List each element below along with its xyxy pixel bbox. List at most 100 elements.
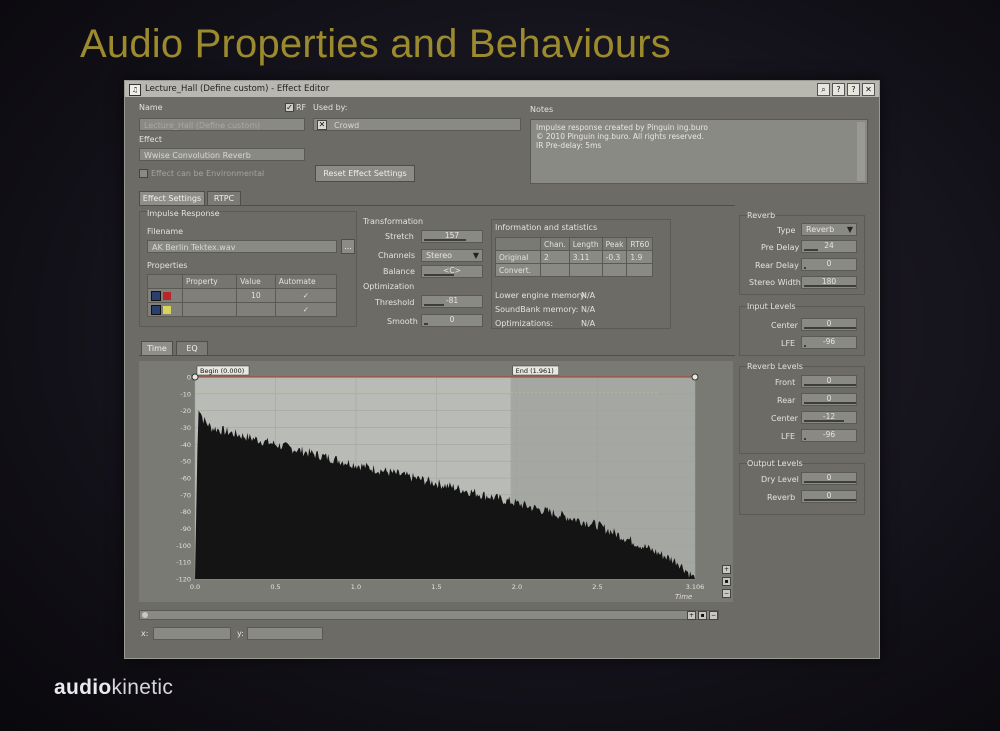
soundbank-value: N/A xyxy=(581,305,596,314)
table-row: Original 2 3.11 -0.3 1.9 xyxy=(495,250,654,264)
threshold-slider[interactable]: -81 xyxy=(421,295,483,308)
y-tick-label: -100 xyxy=(176,542,191,550)
x-tick-label: 3.106 xyxy=(686,583,705,591)
y-tick-label: -20 xyxy=(180,407,191,415)
slide-title: Audio Properties and Behaviours xyxy=(80,22,672,66)
name-label: Name xyxy=(139,103,163,112)
x-coord-field[interactable] xyxy=(153,627,231,640)
rear-delay-slider[interactable]: 0 xyxy=(801,258,857,271)
rear-slider[interactable]: 0 xyxy=(801,393,857,406)
rf-label: RF xyxy=(296,103,307,112)
reverb-output-slider[interactable]: 0 xyxy=(801,490,857,503)
reset-effect-settings-button[interactable]: Reset Effect Settings xyxy=(315,165,415,182)
rear-label: Rear xyxy=(777,396,796,405)
pre-delay-label: Pre Delay xyxy=(761,243,800,252)
input-center-slider[interactable]: 0 xyxy=(801,318,857,331)
notes-scrollbar[interactable] xyxy=(857,122,865,181)
scroll-left-icon[interactable] xyxy=(142,612,148,618)
properties-label: Properties xyxy=(147,261,188,270)
chevron-down-icon: ▼ xyxy=(472,251,479,260)
reverb-center-slider[interactable]: -12 xyxy=(801,411,857,424)
zoom-x-out-icon[interactable]: − xyxy=(709,611,718,620)
used-by-field[interactable]: Crowd xyxy=(313,118,521,131)
notes-line: IR Pre-delay: 5ms xyxy=(536,141,602,150)
y-coord-label: y: xyxy=(237,629,244,638)
notes-textarea[interactable]: Impulse response created by Pinguin ing.… xyxy=(530,119,868,184)
input-lfe-slider[interactable]: -96 xyxy=(801,336,857,349)
automate-checkbox[interactable]: ✓ xyxy=(274,288,338,303)
channels-dropdown[interactable]: Stereo ▼ xyxy=(421,249,483,262)
end-marker[interactable]: End (1.961) xyxy=(512,365,559,376)
table-row[interactable]: 10 ✓ xyxy=(147,288,338,303)
threshold-label: Threshold xyxy=(375,298,415,307)
zoom-out-icon[interactable]: − xyxy=(722,589,731,598)
channels-label: Channels xyxy=(378,251,416,260)
automate-checkbox[interactable]: ✓ xyxy=(274,302,338,317)
y-tick-label: -50 xyxy=(180,458,191,466)
soundbank-label: SoundBank memory: xyxy=(495,305,579,314)
optimization-label: Optimization xyxy=(363,282,415,291)
environmental-checkbox[interactable] xyxy=(139,169,148,178)
notes-line: © 2010 Pinguin ing.buro. All rights rese… xyxy=(536,132,704,141)
notes-label: Notes xyxy=(530,105,554,114)
effect-field[interactable]: Wwise Convolution Reverb xyxy=(139,148,305,161)
lower-engine-label: Lower engine memory: xyxy=(495,291,587,300)
prop-header-automate: Automate xyxy=(274,274,338,289)
zoom-in-icon[interactable]: + xyxy=(722,565,731,574)
prop-value[interactable] xyxy=(236,302,276,317)
input-lfe-label: LFE xyxy=(781,339,796,348)
reverb-center-label: Center xyxy=(771,414,798,423)
y-tick-label: -30 xyxy=(180,424,191,432)
help-icon[interactable]: ? xyxy=(832,83,845,96)
y-coord-field[interactable] xyxy=(247,627,323,640)
lower-engine-value: N/A xyxy=(581,291,596,300)
tab-effect-settings[interactable]: Effect Settings xyxy=(139,191,205,205)
balance-slider[interactable]: <C> xyxy=(421,265,483,278)
stats-header: Length xyxy=(568,237,603,251)
filename-field[interactable]: AK Berlin Tektex.wav xyxy=(147,240,337,253)
front-label: Front xyxy=(775,378,796,387)
name-field[interactable]: Lecture_Hall (Define custom) xyxy=(139,118,305,131)
reverb-lfe-slider[interactable]: -96 xyxy=(801,429,857,442)
context-help-icon[interactable]: ? xyxy=(847,83,860,96)
window-titlebar: ♫ Lecture_Hall (Define custom) - Effect … xyxy=(125,81,879,97)
filename-label: Filename xyxy=(147,227,184,236)
reverb-levels-label: Reverb Levels xyxy=(747,362,803,371)
x-tick-label: 0.0 xyxy=(190,583,200,591)
front-slider[interactable]: 0 xyxy=(801,375,857,388)
dry-level-slider[interactable]: 0 xyxy=(801,472,857,485)
browse-button[interactable]: ... xyxy=(341,239,355,254)
tab-time[interactable]: Time xyxy=(141,341,173,355)
stereo-width-slider[interactable]: 180 xyxy=(801,276,857,289)
effect-label: Effect xyxy=(139,135,163,144)
color-swatch xyxy=(163,305,172,314)
y-tick-label: -90 xyxy=(180,525,191,533)
prop-value[interactable]: 10 xyxy=(236,288,276,303)
info-statistics-label: Information and statistics xyxy=(495,223,598,232)
environmental-label: Effect can be Environmental xyxy=(151,169,265,178)
rf-checkbox[interactable]: ✓ xyxy=(285,103,294,112)
zoom-fit-icon[interactable]: ▪ xyxy=(722,577,731,586)
input-center-label: Center xyxy=(771,321,798,330)
smooth-slider[interactable]: 0 xyxy=(421,314,483,327)
dry-level-label: Dry Level xyxy=(761,475,799,484)
zoom-x-fit-icon[interactable]: ▪ xyxy=(698,611,707,620)
effect-editor-window: ♫ Lecture_Hall (Define custom) - Effect … xyxy=(124,80,880,659)
tab-eq[interactable]: EQ xyxy=(176,341,208,355)
end-handle[interactable] xyxy=(691,373,699,381)
color-swatch xyxy=(163,291,172,300)
pre-delay-slider[interactable]: 24 xyxy=(801,240,857,253)
x-axis-label: Time xyxy=(675,593,692,601)
close-icon[interactable]: ✕ xyxy=(862,83,875,96)
reverb-type-dropdown[interactable]: Reverb ▼ xyxy=(801,223,857,236)
smooth-label: Smooth xyxy=(387,317,418,326)
impulse-response-graph[interactable]: Begin (0.000) End (1.961) 0 -10 -20 -30 -40 -… xyxy=(139,361,733,602)
table-row[interactable]: ✓ xyxy=(147,302,338,317)
zoom-x-in-icon[interactable]: + xyxy=(687,611,696,620)
stretch-slider[interactable]: 157 xyxy=(421,230,483,243)
search-icon[interactable]: ⌕ xyxy=(817,83,830,96)
y-tick-label: 0 xyxy=(187,374,191,382)
begin-marker[interactable]: Begin (0.000) xyxy=(196,365,250,376)
tab-rtpc[interactable]: RTPC xyxy=(207,191,241,205)
graph-horizontal-scrollbar[interactable] xyxy=(139,610,719,620)
